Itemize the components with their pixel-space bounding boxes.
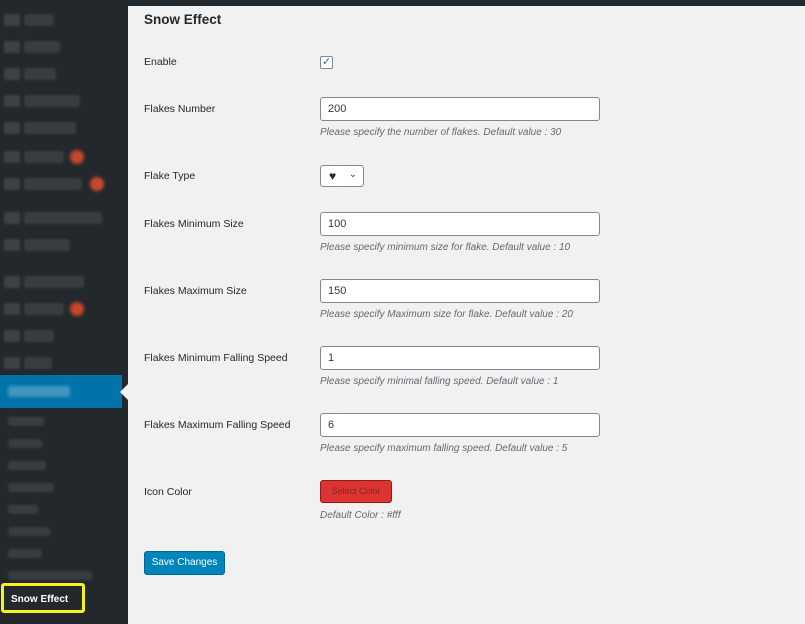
submenu-item[interactable] (8, 571, 92, 580)
flakes-max-speed-input[interactable]: 6 (320, 413, 600, 437)
flakes-number-input[interactable]: 200 (320, 97, 600, 121)
menu-icon (4, 276, 20, 288)
submenu-item[interactable] (8, 461, 46, 470)
main-content: Snow Effect Enable ✓ Flakes Number 200 P… (128, 0, 805, 624)
sidebar-item[interactable] (24, 330, 54, 342)
menu-icon (4, 178, 20, 190)
flake-type-label: Flake Type (144, 170, 196, 182)
menu-icon (4, 239, 20, 251)
flakes-max-speed-label: Flakes Maximum Falling Speed (144, 419, 291, 431)
menu-icon (4, 14, 20, 26)
flakes-min-size-description: Please specify minimum size for flake. D… (320, 242, 571, 253)
submenu-item[interactable] (8, 549, 42, 558)
sidebar-item[interactable] (24, 68, 56, 80)
sidebar-item[interactable] (24, 122, 76, 134)
flakes-max-size-input[interactable]: 150 (320, 279, 600, 303)
checkmark-icon: ✓ (321, 56, 332, 68)
sidebar-item-label: Snow Effect (11, 594, 69, 605)
notification-badge (90, 177, 104, 191)
flakes-max-speed-description: Please specify maximum falling speed. De… (320, 443, 568, 454)
submenu-item[interactable] (8, 527, 50, 536)
submenu-item[interactable] (8, 505, 38, 514)
notification-badge (70, 150, 84, 164)
enable-label: Enable (144, 56, 177, 68)
menu-icon (4, 212, 20, 224)
sidebar-item[interactable] (24, 212, 102, 224)
heart-icon: ♥ (329, 169, 337, 183)
icon-color-description: Default Color : #fff (320, 510, 401, 521)
flakes-number-description: Please specify the number of flakes. Def… (320, 127, 562, 138)
chevron-down-icon: ⌄ (348, 169, 357, 180)
admin-sidebar (0, 0, 128, 624)
sidebar-item[interactable] (24, 239, 70, 251)
enable-checkbox[interactable]: ✓ (320, 56, 333, 69)
flakes-min-speed-label: Flakes Minimum Falling Speed (144, 352, 288, 364)
flakes-min-size-input[interactable]: 100 (320, 212, 600, 236)
menu-icon (4, 151, 20, 163)
menu-icon (4, 95, 20, 107)
select-color-button[interactable]: Select Color (320, 480, 392, 503)
sidebar-item[interactable] (24, 178, 82, 190)
menu-icon (4, 330, 20, 342)
submenu-item[interactable] (8, 483, 54, 492)
submenu-item[interactable] (8, 439, 42, 448)
menu-icon (4, 122, 20, 134)
sidebar-item[interactable] (24, 151, 64, 163)
sidebar-item-snow-effect[interactable]: Snow Effect (1, 583, 85, 613)
sidebar-item[interactable] (24, 14, 54, 26)
flakes-min-speed-description: Please specify minimal falling speed. De… (320, 376, 559, 387)
flakes-min-size-label: Flakes Minimum Size (144, 218, 244, 230)
menu-icon (4, 41, 20, 53)
notification-badge (70, 302, 84, 316)
sidebar-active-label-blurred (8, 386, 70, 397)
flake-type-select[interactable]: ♥ ⌄ (320, 165, 364, 187)
menu-icon (4, 303, 20, 315)
submenu-item[interactable] (8, 417, 44, 426)
flakes-max-size-label: Flakes Maximum Size (144, 285, 247, 297)
sidebar-item[interactable] (24, 357, 52, 369)
sidebar-item[interactable] (24, 41, 60, 53)
save-changes-button[interactable]: Save Changes (144, 551, 225, 575)
menu-icon (4, 357, 20, 369)
flakes-min-speed-input[interactable]: 1 (320, 346, 600, 370)
sidebar-item[interactable] (24, 303, 64, 315)
active-menu-arrow (120, 384, 128, 400)
flakes-number-label: Flakes Number (144, 103, 216, 115)
sidebar-item[interactable] (24, 276, 84, 288)
page-title: Snow Effect (144, 12, 222, 27)
sidebar-item[interactable] (24, 95, 80, 107)
flakes-max-size-description: Please specify Maximum size for flake. D… (320, 309, 573, 320)
menu-icon (4, 68, 20, 80)
icon-color-label: Icon Color (144, 486, 192, 498)
